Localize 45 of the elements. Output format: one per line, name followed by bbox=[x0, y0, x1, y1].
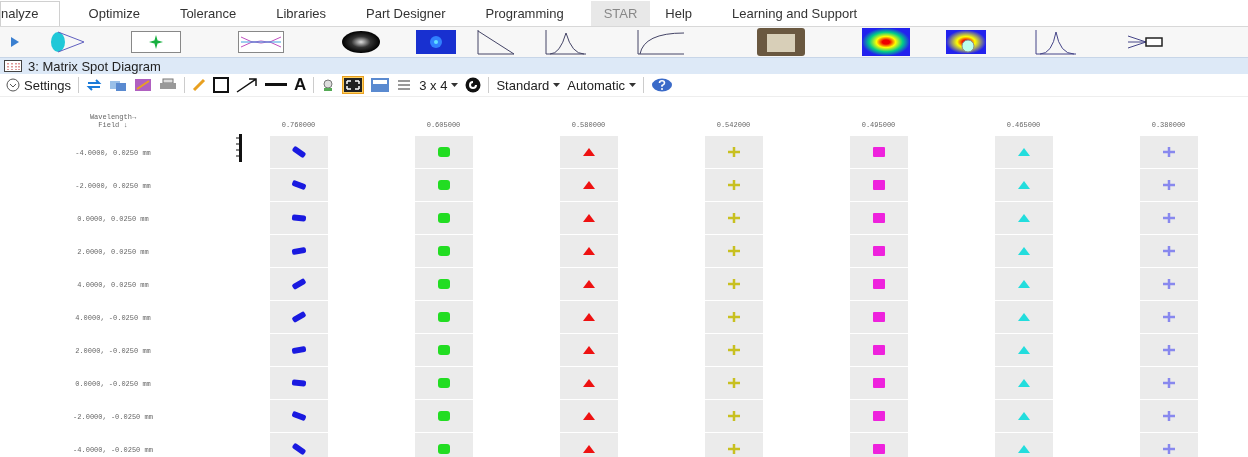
caret-icon bbox=[451, 83, 459, 87]
ribbon-tab[interactable]: Programming bbox=[484, 1, 565, 26]
chevron-down-icon bbox=[6, 78, 20, 92]
lamp-icon[interactable] bbox=[321, 78, 336, 92]
text-tool-button[interactable]: A bbox=[294, 75, 307, 95]
refresh-icon[interactable] bbox=[86, 78, 102, 92]
fit-toggle-button[interactable] bbox=[342, 76, 365, 94]
psf-icon[interactable] bbox=[416, 30, 456, 54]
caret-icon bbox=[629, 83, 637, 87]
layout-icon[interactable] bbox=[371, 78, 390, 92]
mtf-curve-icon[interactable] bbox=[476, 29, 516, 55]
ribbon-tab[interactable]: Optimize bbox=[87, 1, 141, 26]
layers-icon[interactable] bbox=[396, 78, 413, 92]
save-image-icon[interactable] bbox=[134, 78, 152, 92]
encircled-curve-icon[interactable] bbox=[636, 29, 686, 55]
ribbon-tab[interactable]: Tolerance bbox=[178, 1, 238, 26]
rays-icon[interactable] bbox=[131, 31, 181, 53]
beam-file-icon[interactable] bbox=[946, 30, 986, 54]
fiber-icon[interactable] bbox=[1126, 34, 1166, 50]
wavefront-icon[interactable] bbox=[341, 30, 381, 54]
ribbon-tab[interactable]: Help bbox=[664, 1, 694, 26]
layout-dropdown[interactable]: 3 x 4 bbox=[419, 77, 459, 93]
mode-dropdown[interactable]: Automatic bbox=[567, 77, 637, 93]
grid-icon bbox=[4, 60, 22, 72]
print-icon[interactable] bbox=[159, 78, 177, 92]
caret-icon bbox=[553, 83, 561, 87]
rectangle-icon[interactable] bbox=[213, 77, 229, 93]
help-icon[interactable] bbox=[651, 78, 674, 92]
arrow-icon[interactable] bbox=[11, 37, 19, 47]
copy-icon[interactable] bbox=[109, 78, 127, 92]
ribbon-tab[interactable]: Part Designer bbox=[365, 1, 447, 26]
aberrations-icon[interactable] bbox=[238, 31, 284, 53]
reset-icon[interactable] bbox=[465, 77, 482, 93]
settings-button[interactable]: Settings bbox=[6, 77, 71, 93]
ribbon-tab[interactable]: Libraries bbox=[275, 1, 328, 26]
gaussian-curve-icon[interactable] bbox=[1034, 29, 1078, 55]
ribbon-tab[interactable]: nalyze bbox=[0, 1, 60, 26]
rms-curve-icon[interactable] bbox=[544, 29, 588, 55]
scale-dropdown[interactable]: Standard bbox=[496, 77, 561, 93]
window-title: 3: Matrix Spot Diagram bbox=[28, 58, 161, 74]
scene-image-icon[interactable] bbox=[757, 28, 805, 56]
physical-optics-icon[interactable] bbox=[862, 28, 910, 56]
ribbon-tab[interactable]: Learning and Support bbox=[731, 1, 859, 26]
arrow-tool-icon[interactable] bbox=[236, 77, 258, 93]
line-icon[interactable] bbox=[265, 82, 287, 88]
